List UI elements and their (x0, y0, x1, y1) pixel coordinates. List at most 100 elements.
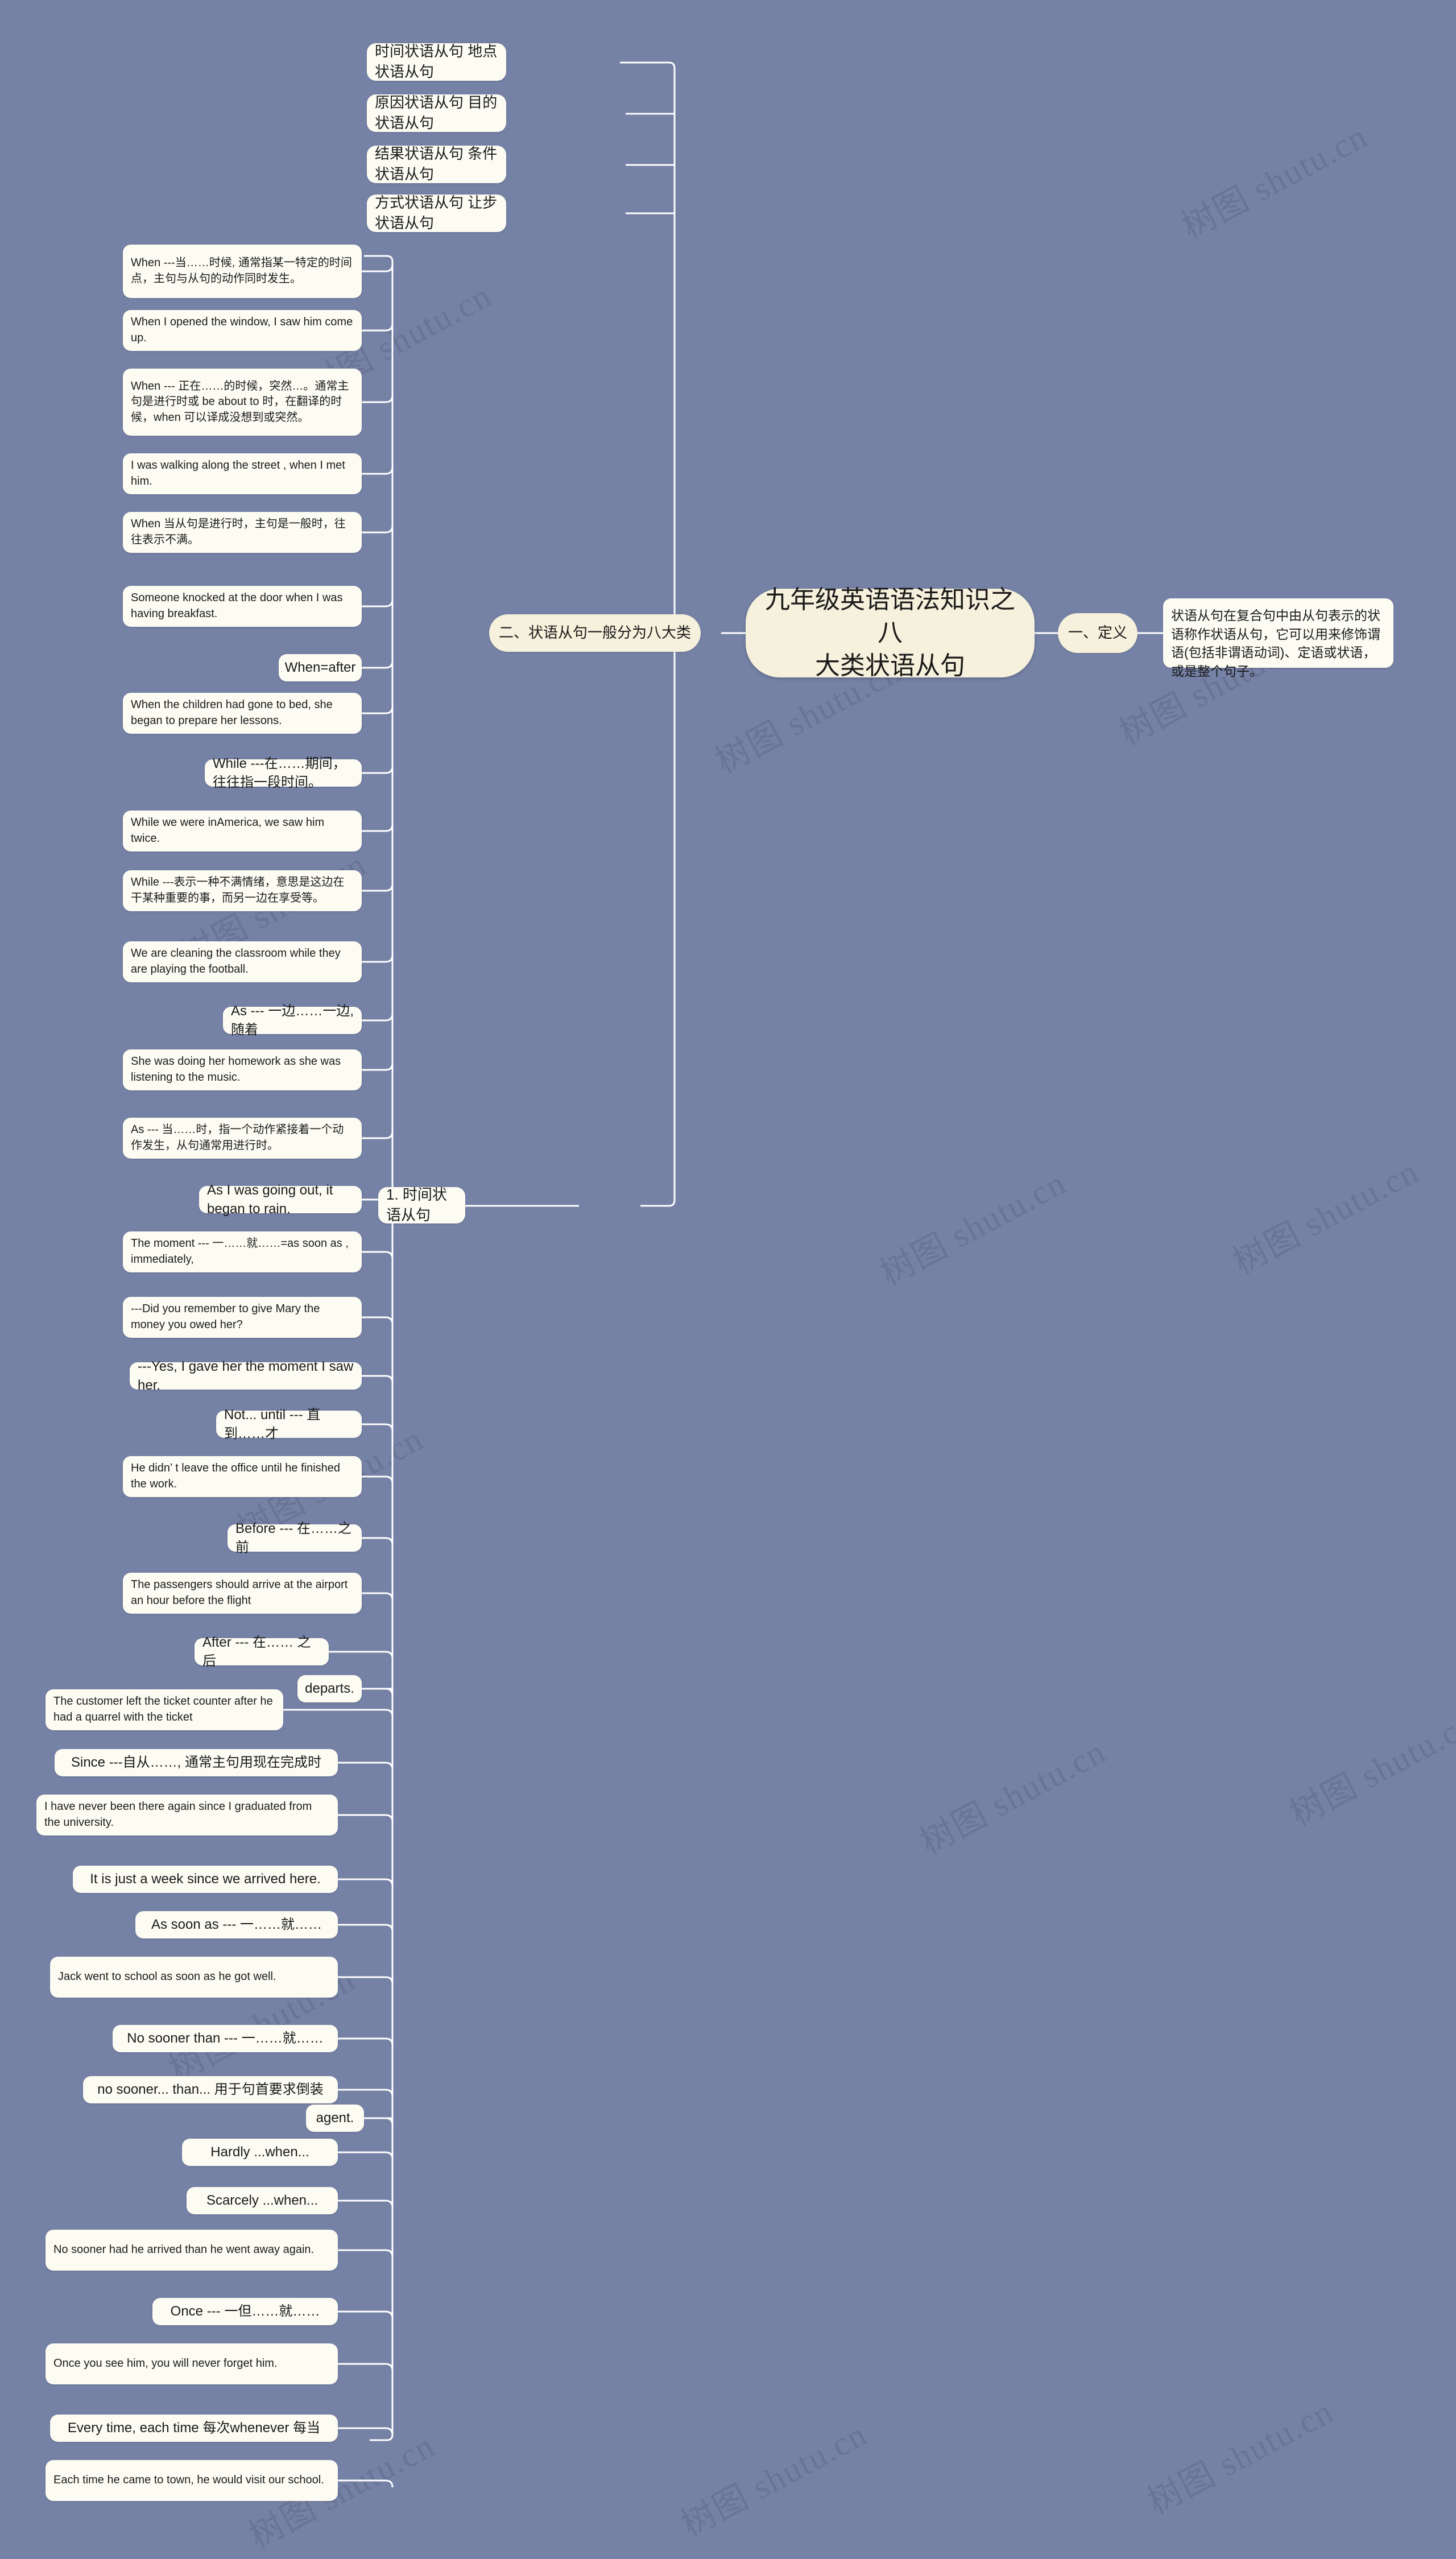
time-clause-leaf-label: No sooner had he arrived than he went aw… (53, 2243, 315, 2256)
category-box-4[interactable]: 方式状语从句 让步状语从句 (367, 194, 506, 232)
time-clause-leaf-label: When=after (284, 660, 356, 676)
branch-classification-label: 二、状语从句一般分为八大类 (498, 624, 691, 642)
category-box-3-label: 结果状语从句 条件状语从句 (375, 145, 498, 183)
time-clause-leaf[interactable]: When the children had gone to bed, she b… (123, 693, 362, 734)
time-clause-leaf[interactable]: Someone knocked at the door when I was h… (123, 586, 362, 627)
watermark: 树图 shutu.cn (914, 1732, 1112, 1862)
time-clause-leaf[interactable]: As soon as --- 一……就…… (135, 1911, 338, 1938)
time-clause-leaf-label: She was doing her homework as she was li… (131, 1055, 341, 1084)
time-clause-leaf-label: no sooner... than... 用于句首要求倒装 (97, 2082, 324, 2098)
time-clause-leaf[interactable]: When I opened the window, I saw him come… (123, 310, 362, 351)
time-clause-leaf[interactable]: I have never been there again since I gr… (36, 1795, 338, 1835)
time-clause-leaf[interactable]: Jack went to school as soon as he got we… (50, 1957, 338, 1998)
watermark: 树图 shutu.cn (874, 1163, 1073, 1293)
time-clause-leaf[interactable]: We are cleaning the classroom while they… (123, 941, 362, 982)
watermark: 树图 shutu.cn (1227, 1152, 1425, 1281)
watermark: 树图 shutu.cn (1284, 1704, 1456, 1833)
time-clause-leaf-label: He didn’ t leave the office until he fin… (131, 1462, 341, 1490)
time-clause-leaf[interactable]: When --- 正在……的时候，突然…。通常主句是进行时或 be about … (123, 369, 362, 436)
time-clause-leaf-label: We are cleaning the classroom while they… (131, 947, 341, 975)
time-clause-leaf[interactable]: While we were inAmerica, we saw him twic… (123, 811, 362, 851)
definition-content[interactable]: 状语从句在复合句中由从句表示的状语称作状语从句，它可以用来修饰谓语(包括非谓语动… (1163, 598, 1393, 679)
time-clause-leaf-label: I was walking along the street , when I … (131, 459, 345, 487)
time-clause-leaf-label: When --- 正在……的时候，突然…。通常主句是进行时或 be about … (131, 379, 349, 424)
time-clause-leaf[interactable]: Once you see him, you will never forget … (46, 2343, 338, 2384)
time-clause-leaf-label: Since ---自从……, 通常主句用现在完成时 (71, 1755, 321, 1771)
center-topic-label: 九年级英语语法知识之八 大类状语从句 (765, 585, 1015, 680)
time-clause-leaf[interactable]: It is just a week since we arrived here. (73, 1866, 338, 1893)
time-clause-leaf[interactable]: While ---在……期间，往往指一段时间。 (205, 756, 362, 790)
category-box-1[interactable]: 时间状语从句 地点状语从句 (367, 43, 506, 81)
time-clause-leaf[interactable]: He didn’ t leave the office until he fin… (123, 1456, 362, 1497)
time-clause-leaf-label: After --- 在…… 之后 (202, 1634, 311, 1669)
time-clause-leaf-label: When ---当……时候, 通常指某一特定的时间点，主句与从句的动作同时发生。 (131, 257, 352, 285)
time-clause-leaf[interactable]: As --- 当……时，指一个动作紧接着一个动作发生，从句通常用进行时。 (123, 1118, 362, 1159)
time-clause-leaf[interactable]: Each time he came to town, he would visi… (46, 2460, 338, 2501)
time-clause-leaf-label: It is just a week since we arrived here. (90, 1871, 321, 1887)
time-clause-leaf[interactable]: departs. (297, 1675, 362, 1702)
time-clause-leaf-label: While ---表示一种不满情绪，意思是这边在干某种重要的事，而另一边在享受等… (131, 876, 345, 904)
time-clause-leaf[interactable]: Since ---自从……, 通常主句用现在完成时 (55, 1749, 338, 1776)
time-clause-leaf-label: When 当从句是进行时，主句是一般时，往往表示不满。 (131, 518, 346, 546)
time-clause-leaf[interactable]: Not... until --- 直到……才 (216, 1407, 362, 1441)
subbranch-time-clause[interactable]: 1. 时间状语从句 (378, 1186, 465, 1223)
watermark: 树图 shutu.cn (1141, 2392, 1340, 2521)
time-clause-leaf-label: As soon as --- 一……就…… (151, 1917, 322, 1933)
time-clause-leaf-label: Once --- 一但……就…… (170, 2304, 320, 2320)
time-clause-leaf[interactable]: When ---当……时候, 通常指某一特定的时间点，主句与从句的动作同时发生。 (123, 245, 362, 298)
time-clause-leaf-label: The customer left the ticket counter aft… (53, 1695, 273, 1723)
time-clause-leaf[interactable]: Before --- 在……之前 (228, 1521, 362, 1555)
time-clause-leaf-label: As --- 一边……一边, 随着 (231, 1003, 354, 1037)
time-clause-leaf-label: Hardly ...when... (210, 2144, 309, 2160)
definition-content-text: 状语从句在复合句中由从句表示的状语称作状语从句，它可以用来修饰谓语(包括非谓语动… (1171, 608, 1380, 679)
time-clause-leaf-label: Someone knocked at the door when I was h… (131, 592, 343, 620)
time-clause-leaf-label: As --- 当……时，指一个动作紧接着一个动作发生，从句通常用进行时。 (131, 1123, 344, 1152)
time-clause-leaf-label: Each time he came to town, he would visi… (53, 2474, 324, 2487)
time-clause-leaf[interactable]: After --- 在…… 之后 (195, 1635, 329, 1669)
branch-classification[interactable]: 二、状语从句一般分为八大类 (489, 614, 701, 652)
time-clause-leaf-label: ---Yes, I gave her the moment I saw her. (138, 1358, 354, 1393)
category-box-2[interactable]: 原因状语从句 目的状语从句 (367, 94, 506, 132)
time-clause-leaf[interactable]: agent. (306, 2105, 364, 2132)
time-clause-leaf[interactable]: Once --- 一但……就…… (152, 2298, 338, 2325)
center-topic[interactable]: 九年级英语语法知识之八 大类状语从句 (746, 586, 1035, 680)
time-clause-leaf[interactable]: no sooner... than... 用于句首要求倒装 (83, 2076, 338, 2103)
time-clause-leaf[interactable]: As --- 一边……一边, 随着 (223, 1003, 362, 1037)
branch-definition-label: 一、定义 (1068, 624, 1127, 642)
time-clause-leaf-label: While ---在……期间，往往指一段时间。 (213, 755, 346, 790)
time-clause-leaf-label: agent. (316, 2110, 354, 2126)
time-clause-leaf-label: The moment --- 一……就……=as soon as , immed… (131, 1237, 349, 1266)
time-clause-leaf[interactable]: The passengers should arrive at the airp… (123, 1573, 362, 1614)
time-clause-leaf-label: The passengers should arrive at the airp… (131, 1578, 348, 1607)
time-clause-leaf-label: I have never been there again since I gr… (44, 1800, 312, 1829)
time-clause-leaf-label: Not... until --- 直到……才 (224, 1407, 321, 1441)
category-box-1-label: 时间状语从句 地点状语从句 (375, 43, 498, 80)
time-clause-leaf-label: No sooner than --- 一……就…… (127, 2031, 324, 2047)
time-clause-leaf-label: When I opened the window, I saw him come… (131, 316, 353, 344)
branch-definition[interactable]: 一、定义 (1058, 613, 1138, 653)
time-clause-leaf-label: Once you see him, you will never forget … (53, 2357, 278, 2370)
time-clause-leaf[interactable]: She was doing her homework as she was li… (123, 1049, 362, 1090)
time-clause-leaf[interactable]: As I was going out, it began to rain. (199, 1183, 362, 1217)
time-clause-leaf[interactable]: Scarcely ...when... (187, 2187, 338, 2214)
watermark: 树图 shutu.cn (675, 2415, 874, 2544)
time-clause-leaf-label: departs. (305, 1681, 354, 1697)
time-clause-leaf[interactable]: Hardly ...when... (182, 2139, 338, 2166)
time-clause-leaf[interactable]: I was walking along the street , when I … (123, 453, 362, 494)
mindmap-canvas: 树图 shutu.cn 树图 shutu.cn 树图 shutu.cn 树图 s… (0, 0, 1456, 2559)
category-box-3[interactable]: 结果状语从句 条件状语从句 (367, 145, 506, 183)
time-clause-leaf-label: As I was going out, it began to rain. (207, 1182, 333, 1217)
watermark: 树图 shutu.cn (1176, 117, 1374, 246)
subbranch-time-clause-label: 1. 时间状语从句 (386, 1186, 447, 1223)
time-clause-leaf[interactable]: Every time, each time 每次whenever 每当 (50, 2415, 338, 2442)
time-clause-leaf[interactable]: No sooner than --- 一……就…… (113, 2025, 338, 2052)
time-clause-leaf[interactable]: The customer left the ticket counter aft… (46, 1689, 283, 1730)
time-clause-leaf[interactable]: When=after (279, 654, 362, 681)
time-clause-leaf[interactable]: No sooner had he arrived than he went aw… (46, 2230, 338, 2271)
time-clause-leaf[interactable]: The moment --- 一……就……=as soon as , immed… (123, 1231, 362, 1272)
time-clause-leaf[interactable]: While ---表示一种不满情绪，意思是这边在干某种重要的事，而另一边在享受等… (123, 870, 362, 911)
time-clause-leaf-label: Jack went to school as soon as he got we… (58, 1970, 276, 1983)
time-clause-leaf[interactable]: ---Did you remember to give Mary the mon… (123, 1297, 362, 1338)
time-clause-leaf[interactable]: ---Yes, I gave her the moment I saw her. (130, 1359, 362, 1393)
time-clause-leaf[interactable]: When 当从句是进行时，主句是一般时，往往表示不满。 (123, 512, 362, 553)
